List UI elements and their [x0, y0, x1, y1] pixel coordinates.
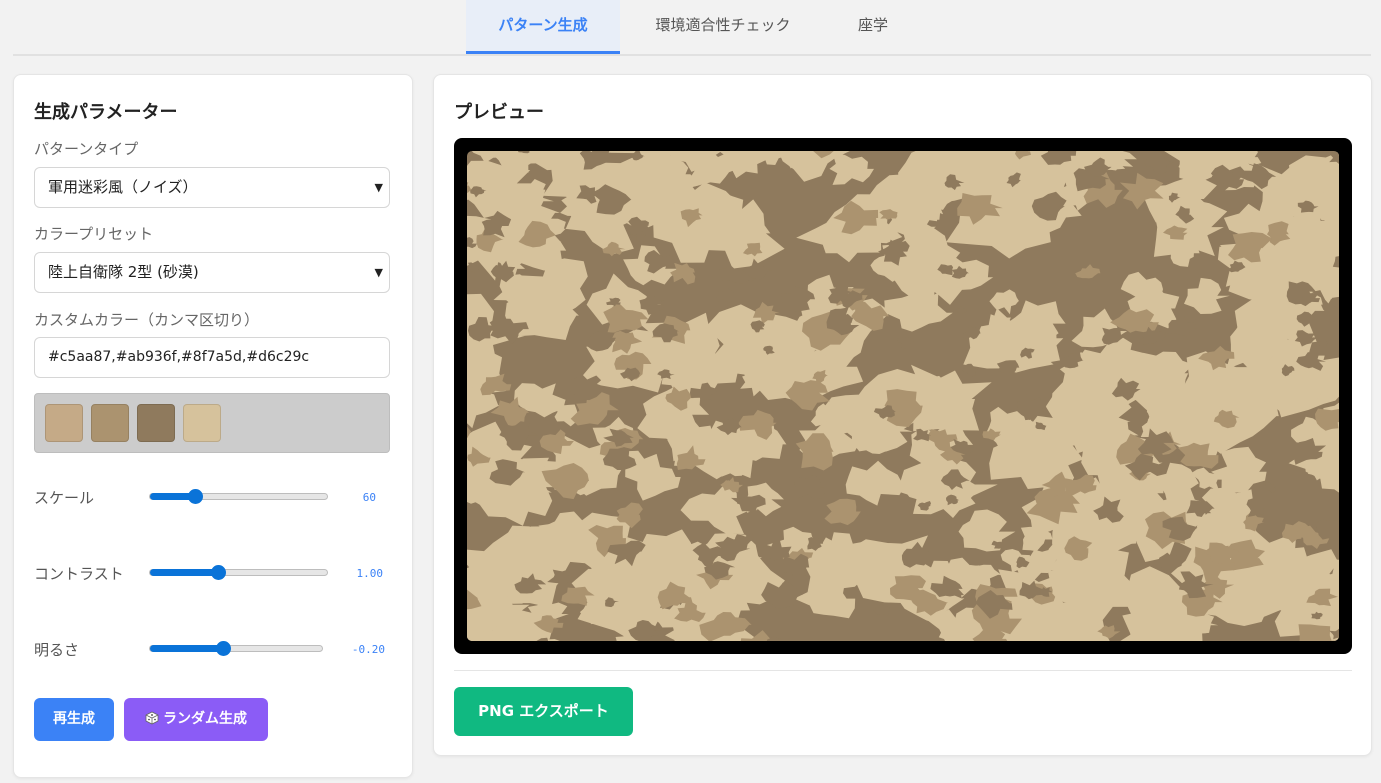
parameters-panel: 生成パラメーター パターンタイプ 軍用迷彩風（ノイズ） ▼ カラープリセット 陸…	[13, 74, 413, 778]
tab-pattern-generation[interactable]: パターン生成	[466, 0, 620, 54]
color-preset-select[interactable]: 陸上自衛隊 2型 (砂漠) ▼	[34, 252, 390, 293]
brightness-slider-thumb[interactable]	[216, 641, 232, 656]
tab-lecture[interactable]: 座学	[833, 0, 913, 52]
brightness-slider[interactable]	[149, 641, 323, 656]
preview-panel: プレビュー PNG エクスポート	[433, 74, 1372, 756]
color-preset-value: 陸上自衛隊 2型 (砂漠)	[48, 263, 199, 281]
random-generate-label: ランダム生成	[163, 711, 247, 727]
brightness-slider-fill	[150, 645, 224, 652]
tab-environment-check[interactable]: 環境適合性チェック	[640, 0, 806, 52]
brightness-value: -0.20	[351, 643, 385, 656]
contrast-slider-fill	[150, 569, 219, 576]
regenerate-button[interactable]: 再生成	[34, 698, 114, 741]
preview-frame	[454, 138, 1352, 654]
camouflage-pattern	[467, 151, 1339, 641]
chevron-down-icon: ▼	[374, 181, 383, 194]
custom-color-label: カスタムカラー（カンマ区切り）	[34, 311, 260, 329]
color-preset-label: カラープリセット	[34, 225, 154, 243]
chevron-down-icon: ▼	[374, 266, 383, 279]
scale-label: スケール	[34, 489, 95, 507]
dice-icon	[145, 711, 159, 725]
custom-color-value: #c5aa87,#ab936f,#8f7a5d,#d6c29c	[48, 349, 310, 365]
png-export-button[interactable]: PNG エクスポート	[454, 687, 633, 736]
pattern-type-value: 軍用迷彩風（ノイズ）	[48, 178, 198, 196]
pattern-type-label: パターンタイプ	[34, 140, 139, 158]
contrast-slider-thumb[interactable]	[211, 565, 227, 580]
contrast-label: コントラスト	[34, 565, 124, 583]
camouflage-preview-canvas	[467, 151, 1339, 641]
custom-color-input[interactable]: #c5aa87,#ab936f,#8f7a5d,#d6c29c	[34, 337, 390, 378]
divider	[454, 670, 1352, 671]
color-swatch-list	[34, 393, 390, 453]
scale-value: 60	[362, 491, 376, 504]
scale-slider-row: スケール 60	[14, 487, 412, 507]
color-swatch[interactable]	[183, 404, 221, 442]
scale-slider-thumb[interactable]	[187, 489, 203, 504]
contrast-slider[interactable]	[149, 565, 328, 580]
brightness-slider-row: 明るさ -0.20	[14, 639, 412, 659]
brightness-label: 明るさ	[34, 641, 80, 659]
color-swatch[interactable]	[137, 404, 175, 442]
contrast-slider-row: コントラスト 1.00	[14, 563, 412, 583]
color-swatch[interactable]	[45, 404, 83, 442]
tab-bar: パターン生成 環境適合性チェック 座学	[13, 0, 1371, 56]
contrast-value: 1.00	[356, 567, 384, 580]
preview-title: プレビュー	[454, 102, 544, 123]
color-swatch[interactable]	[91, 404, 129, 442]
scale-slider[interactable]	[149, 489, 328, 504]
pattern-type-select[interactable]: 軍用迷彩風（ノイズ） ▼	[34, 167, 390, 208]
parameters-title: 生成パラメーター	[34, 102, 178, 123]
random-generate-button[interactable]: ランダム生成	[124, 698, 268, 741]
